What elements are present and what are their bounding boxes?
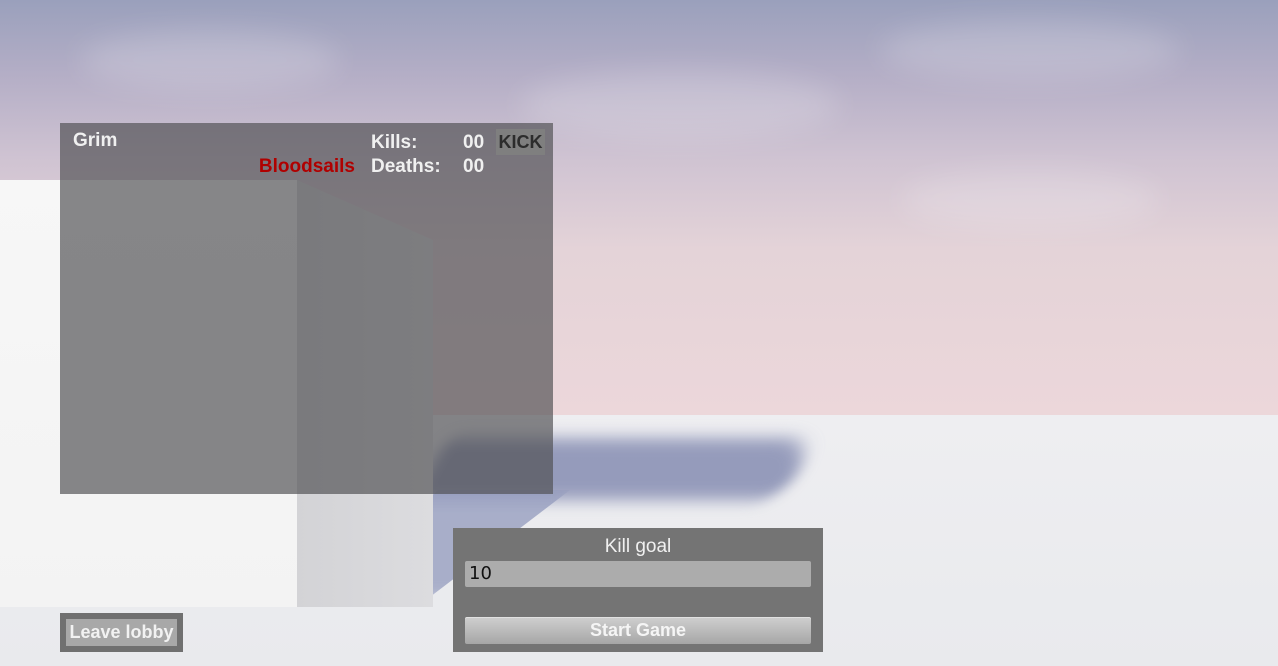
player-panel: Grim Bloodsails Kills: 00 Deaths: 00 KIC… — [60, 123, 553, 494]
player-name: Grim — [73, 130, 118, 151]
cloud — [880, 20, 1180, 80]
kick-button[interactable]: KICK — [496, 129, 545, 155]
cloud — [80, 30, 340, 90]
cloud — [900, 170, 1160, 230]
leave-lobby-button[interactable]: Leave lobby — [66, 619, 177, 646]
kills-label: Kills: — [371, 132, 418, 153]
start-game-button[interactable]: Start Game — [465, 617, 811, 644]
cloud — [520, 70, 840, 140]
game-settings-panel: Kill goal 10 Start Game — [453, 528, 823, 652]
deaths-label: Deaths: — [371, 156, 441, 177]
kill-goal-input[interactable]: 10 — [465, 561, 811, 587]
kills-value: 00 — [463, 132, 485, 153]
player-team: Bloodsails — [258, 156, 355, 177]
kill-goal-label: Kill goal — [604, 536, 672, 557]
deaths-value: 00 — [463, 156, 485, 177]
leave-lobby-frame: Leave lobby — [60, 613, 183, 652]
